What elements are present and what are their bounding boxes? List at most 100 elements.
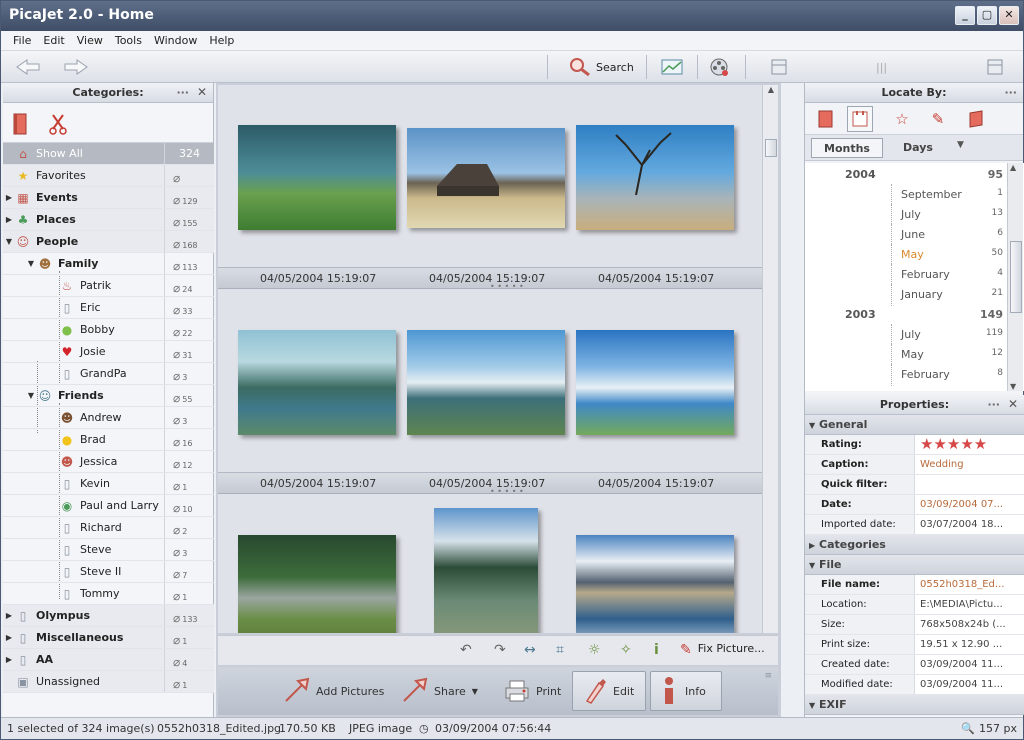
timeline-year[interactable]: 2003 149 (805, 308, 1007, 328)
forward-button[interactable] (63, 55, 89, 79)
prop-value[interactable] (915, 475, 1024, 494)
category-item-steve[interactable]: ▯ Steve ⌀ 3 (3, 539, 214, 561)
expand-arrow-icon[interactable]: ▶ (3, 215, 15, 224)
flip-icon[interactable]: ↔ (524, 642, 536, 658)
category-item-tommy[interactable]: ▯ Tommy ⌀ 1 (3, 583, 214, 605)
photo-thumbnail[interactable] (238, 125, 396, 230)
category-item-patrik[interactable]: ♨ Patrik ⌀ 24 (3, 275, 214, 297)
scroll-down-icon[interactable]: ▼ (1010, 382, 1016, 391)
timeline-month[interactable]: July 119 (805, 324, 1007, 348)
menu-file[interactable]: File (7, 31, 37, 50)
expand-arrow-icon[interactable]: ▶ (3, 633, 15, 642)
timeline-month[interactable]: May 50 (805, 244, 1007, 268)
photo-thumbnail[interactable] (407, 330, 565, 435)
category-item-grandpa[interactable]: ▯ GrandPa ⌀ 3 (3, 363, 214, 385)
expand-arrow-icon[interactable]: ▶ (3, 611, 15, 620)
category-item-events[interactable]: ▶ ▦ Events ⌀ 129 (3, 187, 214, 209)
section-exif[interactable]: ▼ EXIF (805, 695, 1024, 715)
grip-handle[interactable]: ||| (876, 55, 887, 79)
category-item-family[interactable]: ▼ ☻ Family ⌀ 113 (3, 253, 214, 275)
photo-thumbnail[interactable] (434, 508, 538, 633)
crop-icon[interactable]: ⌗ (556, 642, 564, 658)
tab-menu-icon[interactable]: ▼ (957, 140, 964, 150)
panel-toggle-left[interactable] (771, 55, 787, 79)
back-button[interactable] (15, 55, 41, 79)
prop-value[interactable]: 03/09/2004 07... (915, 495, 1024, 514)
timeline-month[interactable]: February 4 (805, 264, 1007, 288)
panel-menu-dots[interactable]: ··· (987, 395, 1000, 414)
category-item-aa[interactable]: ▶ ▯ AA ⌀ 4 (3, 649, 214, 671)
add-pictures-button[interactable]: Add Pictures (274, 671, 392, 711)
expand-arrow-icon[interactable]: ▶ (3, 193, 15, 202)
category-item-unassigned[interactable]: ▣ Unassigned ⌀ 1 (3, 671, 214, 693)
category-item-paul-and-larry[interactable]: ◉ Paul and Larry ⌀ 10 (3, 495, 214, 517)
locate-by-date-icon[interactable] (847, 106, 873, 132)
category-item-people[interactable]: ▼ ☺ People ⌀ 168 (3, 231, 214, 253)
collapse-arrow-icon[interactable]: ▼ (25, 391, 37, 400)
close-button[interactable]: ✕ (999, 6, 1019, 25)
photo-thumbnail[interactable] (576, 330, 734, 435)
new-category-button[interactable] (13, 113, 27, 138)
category-item-jessica[interactable]: ☻ Jessica ⌀ 12 (3, 451, 214, 473)
close-icon[interactable]: ✕ (197, 83, 207, 102)
panel-menu-dots[interactable]: ··· (1004, 83, 1017, 102)
scroll-thumb[interactable] (1010, 241, 1022, 313)
collapse-arrow-icon[interactable]: ▼ (3, 237, 15, 246)
rating-stars[interactable]: ★★★★★ (915, 435, 1024, 454)
category-item-favorites[interactable]: ★ Favorites ⌀ (3, 165, 214, 187)
info-small-icon[interactable]: i (654, 642, 659, 658)
panel-menu-dots[interactable]: ··· (176, 83, 189, 102)
prop-value[interactable]: Wedding (915, 455, 1024, 474)
locate-by-folder-icon[interactable] (963, 106, 989, 132)
rotate-left-icon[interactable]: ↶ (460, 642, 472, 658)
category-item-friends[interactable]: ▼ ☺ Friends ⌀ 55 (3, 385, 214, 407)
maximize-button[interactable]: ▢ (977, 6, 997, 25)
category-item-miscellaneous[interactable]: ▶ ▯ Miscellaneous ⌀ 1 (3, 627, 214, 649)
timeline-month[interactable]: June 6 (805, 224, 1007, 248)
category-item-brad[interactable]: ● Brad ⌀ 16 (3, 429, 214, 451)
panel-toggle-right[interactable] (987, 55, 1003, 79)
expand-arrow-icon[interactable]: ▶ (3, 655, 15, 664)
category-item-josie[interactable]: ♥ Josie ⌀ 31 (3, 341, 214, 363)
timeline-scrollbar[interactable]: ▲ ▼ (1007, 163, 1023, 391)
locate-by-category-icon[interactable] (813, 106, 839, 132)
scroll-up-icon[interactable]: ▲ (1010, 163, 1016, 172)
grid-scrollbar[interactable]: ▲ (762, 85, 778, 633)
photo-thumbnail[interactable] (576, 125, 734, 230)
fix-picture-button[interactable]: ✎ Fix Picture... (680, 642, 765, 658)
timeline-month[interactable]: May 12 (805, 344, 1007, 368)
edit-button[interactable]: Edit (572, 671, 646, 711)
prop-value[interactable]: 0552h0318_Ed... (915, 575, 1024, 594)
category-item-eric[interactable]: ▯ Eric ⌀ 33 (3, 297, 214, 319)
menu-tools[interactable]: Tools (109, 31, 148, 50)
category-item-richard[interactable]: ▯ Richard ⌀ 2 (3, 517, 214, 539)
section-general[interactable]: ▼ General (805, 415, 1024, 435)
category-item-show-all[interactable]: ⌂ Show All 324 (3, 143, 214, 165)
collapse-arrow-icon[interactable]: ▼ (25, 259, 37, 268)
rotate-right-icon[interactable]: ↷ (494, 642, 506, 658)
tab-months[interactable]: Months (811, 138, 883, 158)
section-file[interactable]: ▼ File (805, 555, 1024, 575)
search-button[interactable]: Search (569, 55, 634, 79)
resize-grip[interactable]: ≡ (764, 671, 772, 681)
photo-thumbnail[interactable] (238, 535, 396, 633)
print-button[interactable]: Print (496, 671, 569, 711)
section-categories[interactable]: ▶ Categories (805, 535, 1024, 555)
photo-thumbnail[interactable] (238, 330, 396, 435)
scroll-thumb[interactable] (765, 139, 777, 157)
scroll-up-icon[interactable]: ▲ (765, 85, 777, 99)
locate-by-edit-icon[interactable]: ✎ (925, 106, 951, 132)
category-item-kevin[interactable]: ▯ Kevin ⌀ 1 (3, 473, 214, 495)
category-item-bobby[interactable]: ● Bobby ⌀ 22 (3, 319, 214, 341)
info-button[interactable]: Info (650, 671, 722, 711)
menu-help[interactable]: Help (203, 31, 240, 50)
menu-window[interactable]: Window (148, 31, 203, 50)
category-item-olympus[interactable]: ▶ ▯ Olympus ⌀ 133 (3, 605, 214, 627)
category-item-places[interactable]: ▶ ♣ Places ⌀ 155 (3, 209, 214, 231)
category-item-steve-ii[interactable]: ▯ Steve II ⌀ 7 (3, 561, 214, 583)
minimize-button[interactable]: _ (955, 6, 975, 25)
menu-view[interactable]: View (71, 31, 109, 50)
menu-edit[interactable]: Edit (37, 31, 70, 50)
photo-thumbnail[interactable] (407, 128, 565, 228)
email-button[interactable] (661, 55, 683, 79)
